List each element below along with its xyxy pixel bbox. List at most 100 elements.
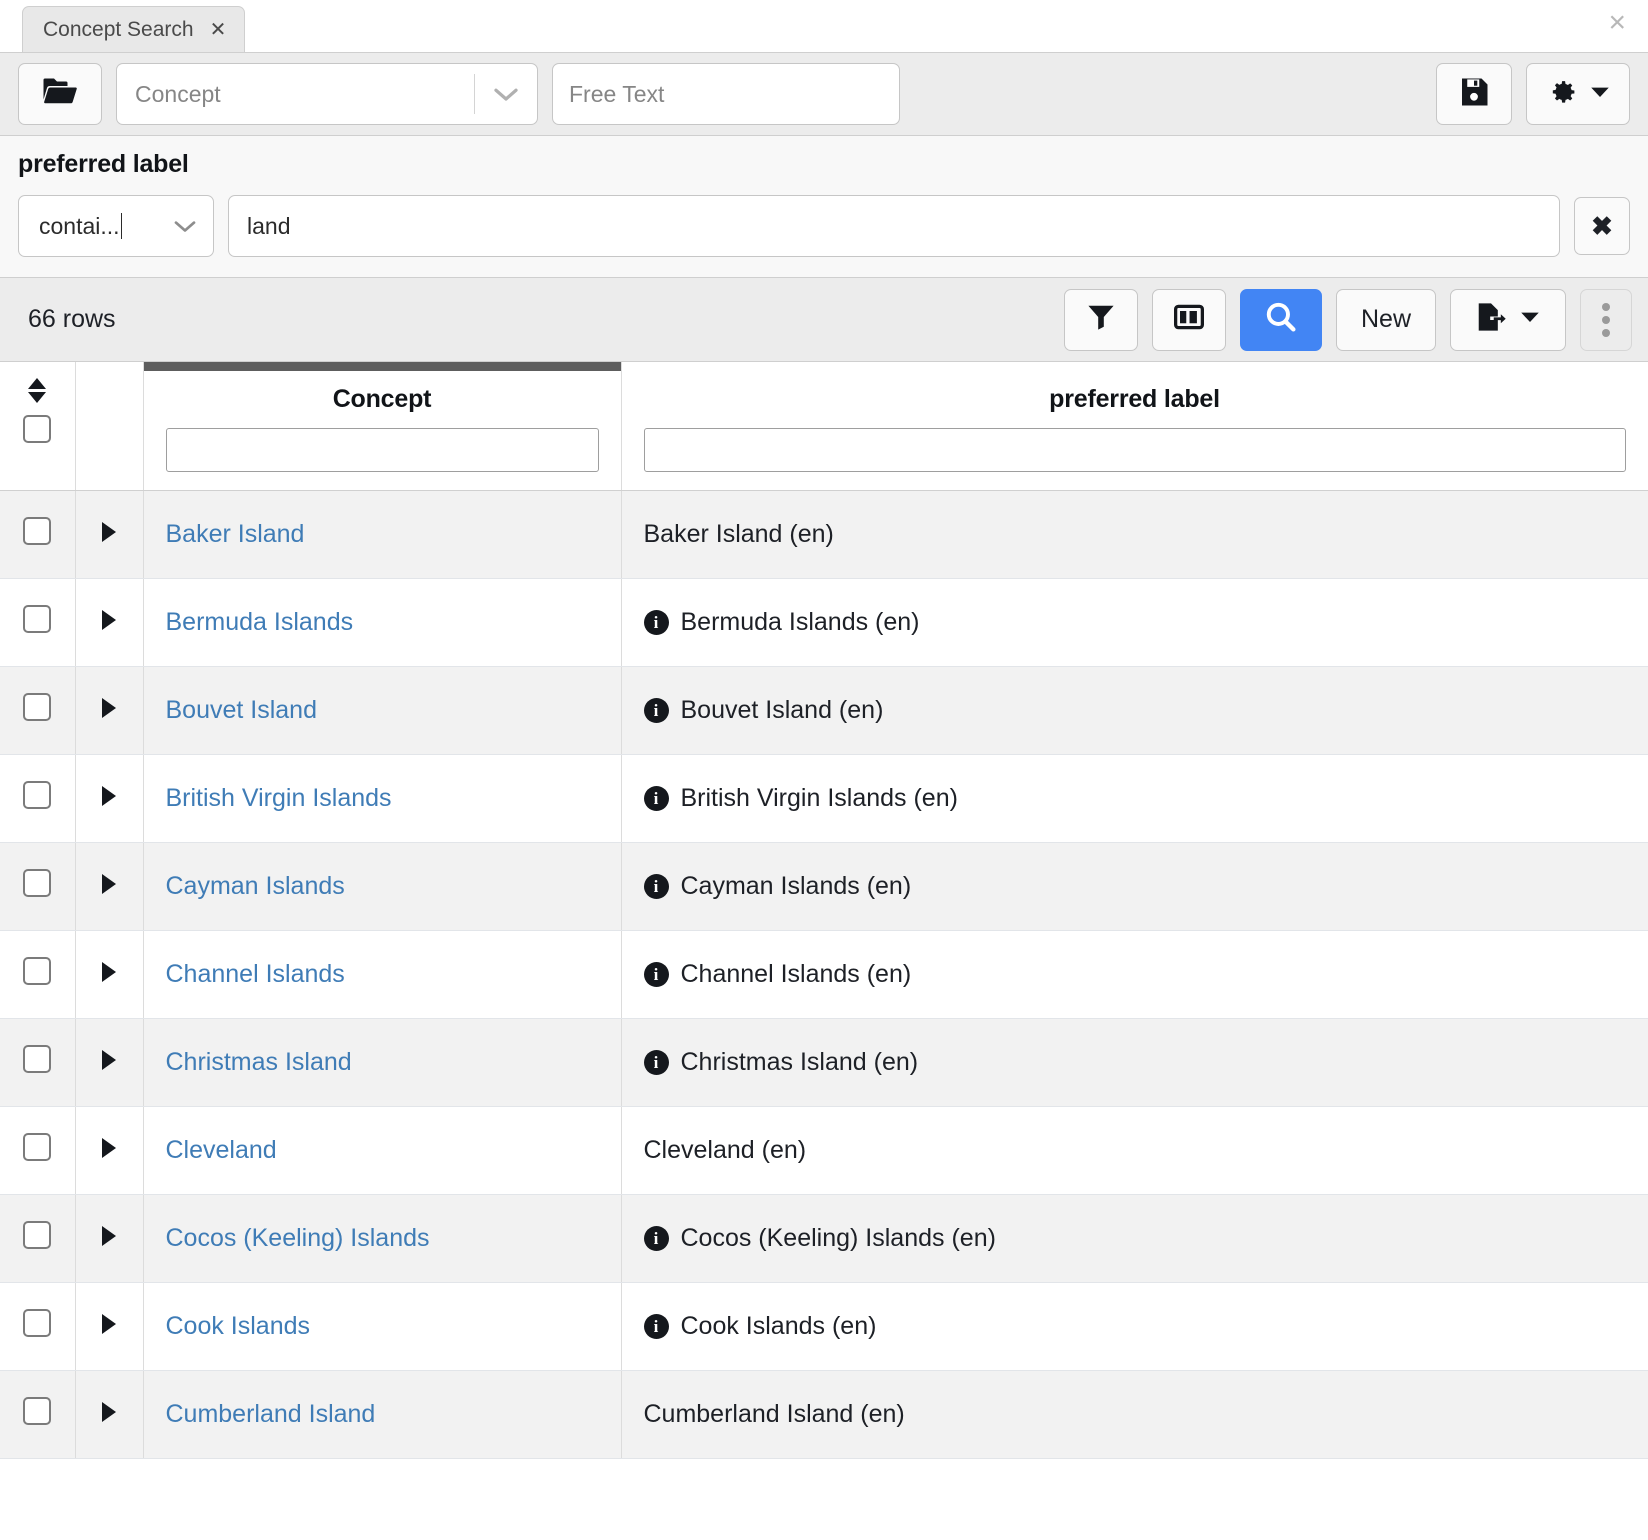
table-row[interactable]: Cleveland Cleveland (en) <box>0 1107 1648 1195</box>
table-row[interactable]: Baker IslandBaker Island (en) <box>0 491 1648 579</box>
row-select-cell <box>0 579 75 667</box>
tab-concept-search[interactable]: Concept Search ✕ <box>22 6 245 52</box>
row-checkbox[interactable] <box>23 1309 51 1337</box>
chevron-right-icon[interactable] <box>102 1402 116 1422</box>
preferred-label-cell: Cleveland (en) <box>621 1107 1648 1195</box>
table-row[interactable]: British Virgin Islands i British Virgin Is… <box>0 755 1648 843</box>
table-row[interactable]: Bouvet IslandiBouvet Island (en) <box>0 667 1648 755</box>
concept-link[interactable]: Bouvet Island <box>166 696 318 724</box>
concept-cell: Channel Islands <box>143 931 621 1019</box>
filter-operator-select[interactable]: contai... <box>18 195 214 257</box>
chevron-down-icon[interactable] <box>475 84 537 104</box>
concept-link[interactable]: Baker Island <box>166 520 305 548</box>
save-button[interactable] <box>1436 63 1512 125</box>
info-icon[interactable]: i <box>644 1226 669 1251</box>
filter-operator-value: contai... <box>19 213 157 240</box>
export-file-icon <box>1476 302 1506 337</box>
concept-link[interactable]: British Virgin Islands <box>166 784 392 812</box>
export-button[interactable] <box>1450 289 1566 351</box>
chevron-right-icon[interactable] <box>102 786 116 806</box>
column-filter-preferred-label[interactable] <box>644 428 1626 472</box>
row-checkbox[interactable] <box>23 1221 51 1249</box>
label-content: iChannel Islands (en) <box>644 960 1626 989</box>
row-expand-cell <box>75 1195 143 1283</box>
open-folder-button[interactable] <box>18 63 102 125</box>
row-checkbox[interactable] <box>23 517 51 545</box>
settings-button[interactable] <box>1526 63 1630 125</box>
concept-link[interactable]: Christmas Island <box>166 1048 352 1076</box>
row-checkbox[interactable] <box>23 605 51 633</box>
row-checkbox[interactable] <box>23 693 51 721</box>
column-header-concept[interactable]: Concept <box>143 362 621 491</box>
column-drag-handle[interactable] <box>144 362 621 371</box>
concept-link[interactable]: Cumberland Island <box>166 1400 376 1428</box>
row-checkbox[interactable] <box>23 1133 51 1161</box>
search-button[interactable] <box>1240 289 1322 351</box>
preferred-label-text: Cook Islands (en) <box>681 1312 877 1341</box>
clear-filter-button[interactable]: ✖ <box>1574 197 1630 255</box>
column-header-preferred-label[interactable]: preferred label <box>621 362 1648 491</box>
chevron-right-icon[interactable] <box>102 1138 116 1158</box>
table-row[interactable]: Channel Islands iChannel Islands (en) <box>0 931 1648 1019</box>
chevron-down-icon[interactable] <box>157 217 213 235</box>
new-button[interactable]: New <box>1336 289 1436 351</box>
info-icon[interactable]: i <box>644 1314 669 1339</box>
table-row[interactable]: Bermuda IslandsiBermuda Islands (en) <box>0 579 1648 667</box>
chevron-right-icon[interactable] <box>102 522 116 542</box>
chevron-down-icon <box>1520 310 1540 329</box>
table-row[interactable]: Cayman IslandsiCayman Islands (en) <box>0 843 1648 931</box>
tab-close-icon[interactable]: ✕ <box>210 20 227 40</box>
concept-link[interactable]: Cocos (Keeling) Islands <box>166 1224 430 1252</box>
funnel-filter-icon <box>1087 303 1115 336</box>
concept-cell: British Virgin Islands <box>143 755 621 843</box>
info-icon[interactable]: i <box>644 1050 669 1075</box>
row-checkbox[interactable] <box>23 1045 51 1073</box>
filter-value-input[interactable] <box>228 195 1560 257</box>
row-checkbox[interactable] <box>23 869 51 897</box>
new-button-label: New <box>1361 305 1411 334</box>
select-all-header <box>0 362 75 491</box>
column-filter-concept[interactable] <box>166 428 599 472</box>
concept-cell: Bouvet Island <box>143 667 621 755</box>
concept-link[interactable]: Bermuda Islands <box>166 608 354 636</box>
chevron-right-icon[interactable] <box>102 610 116 630</box>
table-row[interactable]: Cumberland IslandCumberland Island (en) <box>0 1371 1648 1459</box>
row-checkbox[interactable] <box>23 957 51 985</box>
column-drag-handle[interactable] <box>622 362 1648 371</box>
columns-button[interactable] <box>1152 289 1226 351</box>
chevron-right-icon[interactable] <box>102 698 116 718</box>
preferred-label-text: British Virgin Islands (en) <box>681 784 958 813</box>
concept-cell: Cayman Islands <box>143 843 621 931</box>
chevron-right-icon[interactable] <box>102 1226 116 1246</box>
info-icon[interactable]: i <box>644 786 669 811</box>
info-icon[interactable]: i <box>644 610 669 635</box>
magnifier-search-icon <box>1265 301 1297 338</box>
table-row[interactable]: Cook Islands i Cook Islands (en) <box>0 1283 1648 1371</box>
row-expand-cell <box>75 1107 143 1195</box>
row-checkbox[interactable] <box>23 1397 51 1425</box>
more-options-button[interactable] <box>1580 289 1632 351</box>
info-icon[interactable]: i <box>644 874 669 899</box>
header-row: Concept preferred label <box>0 362 1648 491</box>
window-close-icon[interactable]: × <box>1608 8 1626 38</box>
chevron-right-icon[interactable] <box>102 962 116 982</box>
filter-button[interactable] <box>1064 289 1138 351</box>
table-row[interactable]: Cocos (Keeling) IslandsiCocos (Keeling) … <box>0 1195 1648 1283</box>
concept-link[interactable]: Channel Islands <box>166 960 345 988</box>
select-all-checkbox[interactable] <box>23 415 51 443</box>
concept-select[interactable]: Concept <box>116 63 538 125</box>
concept-link[interactable]: Cayman Islands <box>166 872 345 900</box>
concept-link[interactable]: Cleveland <box>166 1136 277 1164</box>
chevron-right-icon[interactable] <box>102 874 116 894</box>
info-icon[interactable]: i <box>644 962 669 987</box>
chevron-right-icon[interactable] <box>102 1314 116 1334</box>
info-icon[interactable]: i <box>644 698 669 723</box>
free-text-input[interactable] <box>552 63 900 125</box>
table-row[interactable]: Christmas IslandiChristmas Island (en) <box>0 1019 1648 1107</box>
concept-link[interactable]: Cook Islands <box>166 1312 311 1340</box>
row-checkbox[interactable] <box>23 781 51 809</box>
results-table-container[interactable]: Concept preferred label Baker IslandBake… <box>0 362 1648 1540</box>
sort-toggle-icon[interactable] <box>0 378 75 403</box>
chevron-right-icon[interactable] <box>102 1050 116 1070</box>
preferred-label-cell: i Cook Islands (en) <box>621 1283 1648 1371</box>
